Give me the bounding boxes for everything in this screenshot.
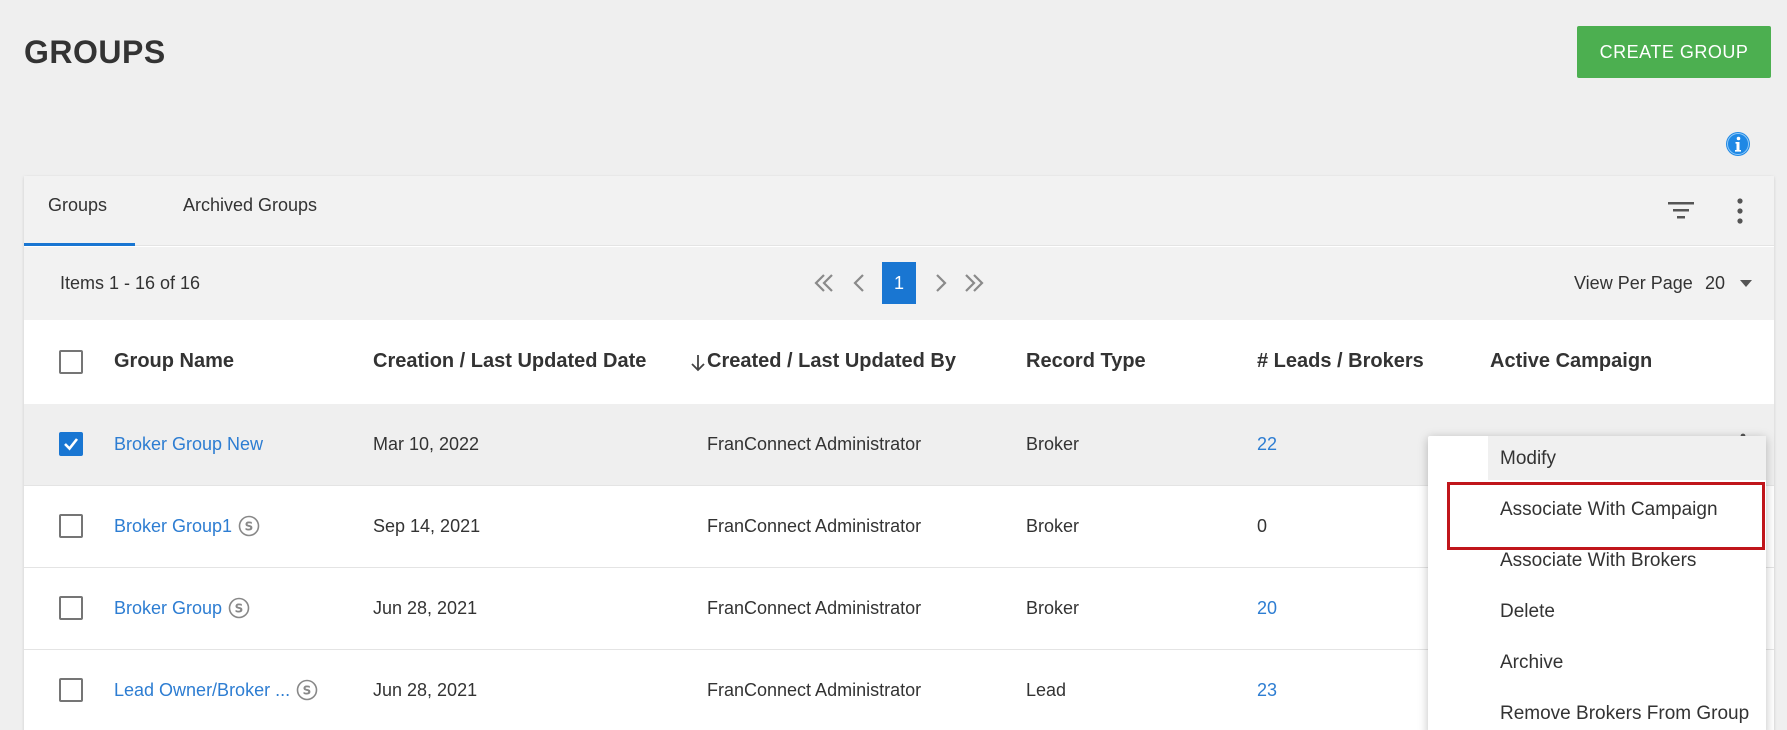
created-by-cell: FranConnect Administrator [707,516,922,536]
created-by-cell: FranConnect Administrator [707,598,922,618]
menu-item-modify[interactable]: Modify [1500,448,1556,470]
info-icon[interactable] [1725,131,1751,157]
column-date[interactable]: Creation / Last Updated Date [373,350,646,373]
svg-text:S: S [235,601,244,615]
created-by-cell: FranConnect Administrator [707,434,922,454]
shared-badge-icon: S [296,679,318,701]
highlight-box [1447,482,1765,550]
shared-badge-icon: S [238,515,260,537]
sort-down-icon[interactable] [690,353,706,373]
record-type-cell: Broker [1026,516,1080,536]
group-name-cell: Broker Group S [114,597,250,619]
date-cell: Jun 28, 2021 [373,598,478,618]
leads-count-link[interactable]: 22 [1257,434,1277,455]
date-cell: Sep 14, 2021 [373,516,481,536]
tab-bar: Groups Archived Groups [24,176,1774,246]
created-by-cell: FranConnect Administrator [707,680,922,700]
next-page-icon[interactable] [926,269,954,297]
pager-row: Items 1 - 16 of 16 1 View Per Page 20 [24,247,1774,320]
group-name-link[interactable]: Broker Group New [114,434,263,455]
leads-count-link[interactable]: 20 [1257,598,1277,619]
select-all-checkbox[interactable] [59,350,83,374]
menu-item-remove-brokers[interactable]: Remove Brokers From Group [1500,703,1749,725]
menu-item-delete[interactable]: Delete [1500,601,1555,623]
record-type-cell: Broker [1026,598,1080,618]
menu-item-archive[interactable]: Archive [1500,652,1563,674]
group-name-cell: Lead Owner/Broker ... S [114,679,318,701]
row-checkbox[interactable] [59,514,83,538]
column-active-campaign[interactable]: Active Campaign [1490,350,1652,373]
svg-text:S: S [303,683,312,697]
svg-text:S: S [245,519,254,533]
tab-archived-groups[interactable]: Archived Groups [159,176,341,246]
row-checkbox[interactable] [59,596,83,620]
current-page[interactable]: 1 [882,262,916,304]
first-page-icon[interactable] [810,269,838,297]
row-checkbox[interactable] [59,432,83,456]
record-type-cell: Broker [1026,434,1080,454]
column-leads-brokers[interactable]: # Leads / Brokers [1257,350,1424,373]
date-cell: Jun 28, 2021 [373,680,478,700]
prev-page-icon[interactable] [846,269,874,297]
last-page-icon[interactable] [960,269,988,297]
filter-icon[interactable] [1666,198,1696,222]
row-checkbox[interactable] [59,678,83,702]
column-record-type[interactable]: Record Type [1026,350,1146,373]
create-group-button[interactable]: CREATE GROUP [1577,26,1771,78]
record-type-cell: Lead [1026,680,1067,700]
leads-count-link[interactable]: 23 [1257,680,1277,701]
shared-badge-icon: S [228,597,250,619]
group-name-link[interactable]: Lead Owner/Broker ... [114,680,290,700]
chevron-down-icon[interactable] [1739,279,1753,289]
tab-groups[interactable]: Groups [24,176,135,246]
group-name-link[interactable]: Broker Group [114,598,222,618]
menu-item-associate-brokers[interactable]: Associate With Brokers [1500,550,1696,572]
column-created-by[interactable]: Created / Last Updated By [707,350,956,373]
table-header: Group Name Creation / Last Updated Date … [24,320,1774,404]
column-group-name[interactable]: Group Name [114,350,234,373]
page-title: GROUPS [24,34,166,70]
items-count: Items 1 - 16 of 16 [60,273,201,293]
leads-count-cell: 0 [1257,516,1268,536]
more-vert-icon[interactable] [1734,196,1746,226]
view-per-page-label: View Per Page [1574,273,1693,293]
group-name-link[interactable]: Broker Group1 [114,516,232,536]
checkmark-icon [64,438,79,451]
group-name-cell: Broker Group1 S [114,515,260,537]
date-cell: Mar 10, 2022 [373,434,480,454]
row-context-menu: Modify Associate With Campaign Associate… [1428,436,1766,730]
view-per-page-select[interactable]: 20 [1705,273,1725,294]
